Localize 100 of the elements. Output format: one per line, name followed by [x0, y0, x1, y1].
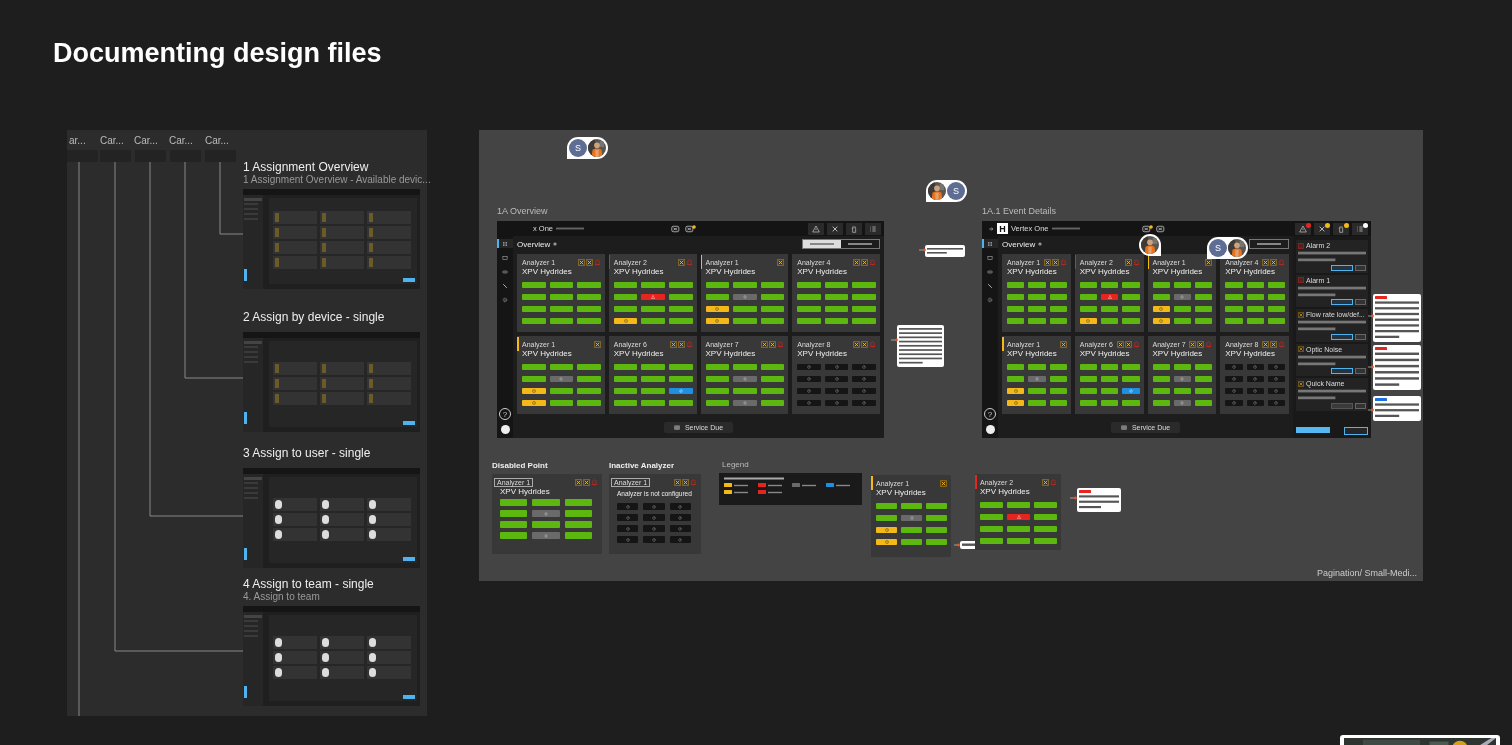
point-tile[interactable]: [577, 376, 601, 382]
point-tile[interactable]: [1195, 376, 1213, 382]
point-tile[interactable]: [1122, 294, 1140, 300]
arrow-icon[interactable]: [988, 225, 994, 232]
point-tile[interactable]: [641, 376, 665, 382]
reset-button[interactable]: [1355, 368, 1366, 375]
point-tile[interactable]: [1225, 282, 1243, 288]
point-tile[interactable]: [852, 294, 876, 300]
point-tile[interactable]: [824, 318, 849, 324]
point-tile[interactable]: [926, 515, 947, 521]
point-tile[interactable]: [641, 400, 665, 406]
point-tile[interactable]: [1049, 388, 1067, 394]
point-tile[interactable]: [760, 400, 785, 406]
point-tile[interactable]: [522, 388, 546, 394]
point-tile[interactable]: [1122, 282, 1140, 288]
point-tile[interactable]: [1101, 388, 1119, 394]
point-tile[interactable]: [500, 499, 528, 506]
toolbar-button[interactable]: [1333, 222, 1349, 235]
point-tile[interactable]: [1152, 318, 1170, 324]
point-tile[interactable]: [705, 306, 730, 312]
point-tile[interactable]: [980, 502, 1003, 508]
reset-button[interactable]: [1355, 333, 1366, 340]
point-tile[interactable]: [852, 306, 876, 312]
point-tile[interactable]: [926, 539, 947, 545]
point-tile[interactable]: [1079, 282, 1097, 288]
point-tile[interactable]: [733, 318, 757, 324]
point-tile[interactable]: [500, 510, 528, 517]
avatar-pin[interactable]: S: [1207, 237, 1248, 259]
point-tile[interactable]: [1152, 388, 1170, 394]
point-tile[interactable]: [1049, 282, 1067, 288]
point-tile[interactable]: [1007, 502, 1030, 508]
point-tile[interactable]: [613, 318, 638, 324]
point-tile[interactable]: [760, 282, 785, 288]
point-tile[interactable]: [1267, 306, 1285, 312]
point-tile[interactable]: [1028, 318, 1046, 324]
point-tile[interactable]: [760, 294, 785, 300]
point-tile[interactable]: [564, 521, 592, 528]
point-tile[interactable]: [705, 364, 730, 370]
point-tile[interactable]: [1049, 400, 1067, 406]
point-tile[interactable]: [668, 376, 693, 382]
point-tile[interactable]: [522, 364, 546, 370]
point-tile[interactable]: [1173, 282, 1191, 288]
device-icon[interactable]: [1141, 224, 1153, 233]
point-tile[interactable]: [1079, 376, 1097, 382]
point-tile[interactable]: [613, 364, 638, 370]
point-tile[interactable]: [564, 499, 592, 506]
point-tile[interactable]: [733, 306, 757, 312]
acknowledge-button[interactable]: [1331, 368, 1353, 375]
point-tile[interactable]: [980, 538, 1003, 544]
point-tile[interactable]: [668, 282, 693, 288]
point-tile[interactable]: [1246, 306, 1264, 312]
point-tile[interactable]: [1246, 294, 1264, 300]
acknowledge-button[interactable]: [1331, 299, 1353, 306]
point-tile[interactable]: [522, 306, 546, 312]
rail-item[interactable]: [497, 239, 513, 248]
point-tile[interactable]: [564, 510, 592, 517]
point-tile[interactable]: [1007, 538, 1030, 544]
point-tile[interactable]: [1173, 364, 1191, 370]
point-tile[interactable]: [1152, 282, 1170, 288]
point-tile[interactable]: [1152, 306, 1170, 312]
point-tile[interactable]: [1225, 318, 1243, 324]
point-tile[interactable]: [1195, 364, 1213, 370]
point-tile[interactable]: [1152, 364, 1170, 370]
acknowledge-button[interactable]: [1331, 333, 1353, 340]
point-tile[interactable]: [549, 364, 574, 370]
point-tile[interactable]: [577, 294, 601, 300]
point-tile[interactable]: [613, 306, 638, 312]
point-tile[interactable]: [1101, 318, 1119, 324]
point-tile[interactable]: [549, 400, 574, 406]
toolbar-button[interactable]: [1352, 222, 1368, 235]
point-tile[interactable]: [613, 376, 638, 382]
point-tile[interactable]: [705, 388, 730, 394]
point-tile[interactable]: [876, 527, 897, 533]
point-tile[interactable]: [641, 282, 665, 288]
point-tile[interactable]: [1007, 526, 1030, 532]
avatar-pin[interactable]: S: [567, 137, 608, 159]
point-tile[interactable]: [641, 306, 665, 312]
point-tile[interactable]: [824, 306, 849, 312]
point-tile[interactable]: [1034, 502, 1057, 508]
device-icon[interactable]: [684, 224, 696, 233]
point-tile[interactable]: [549, 282, 574, 288]
point-tile[interactable]: [549, 318, 574, 324]
device-icon[interactable]: [1155, 224, 1167, 233]
point-tile[interactable]: [980, 514, 1003, 520]
point-tile[interactable]: [577, 388, 601, 394]
point-tile[interactable]: [760, 388, 785, 394]
point-tile[interactable]: [876, 515, 897, 521]
point-tile[interactable]: [926, 503, 947, 509]
point-tile[interactable]: [705, 282, 730, 288]
point-tile[interactable]: [1101, 400, 1119, 406]
point-tile[interactable]: [1246, 282, 1264, 288]
point-tile[interactable]: [668, 388, 693, 394]
point-tile[interactable]: [577, 282, 601, 288]
reset-button[interactable]: [1355, 264, 1366, 271]
point-tile[interactable]: [1007, 364, 1025, 370]
point-tile[interactable]: [1028, 400, 1046, 406]
point-tile[interactable]: [577, 364, 601, 370]
point-tile[interactable]: [1122, 364, 1140, 370]
point-tile[interactable]: [1079, 306, 1097, 312]
point-tile[interactable]: [733, 388, 757, 394]
